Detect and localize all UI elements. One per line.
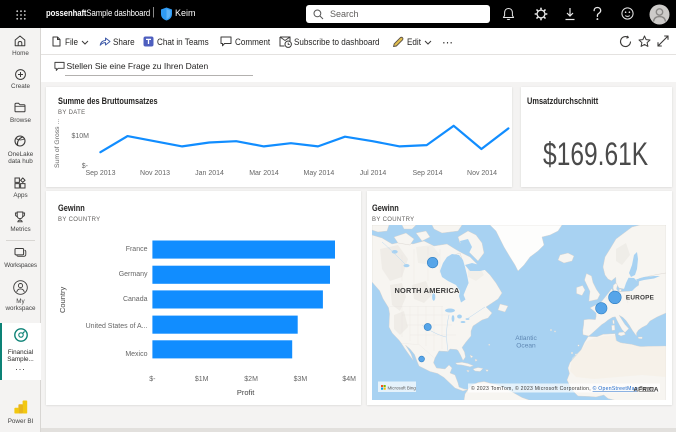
svg-text:EUROPE: EUROPE <box>626 294 654 301</box>
svg-text:© 2023 TomTom, © 2023 Microsof: © 2023 TomTom, © 2023 Microsoft Corporat… <box>471 385 655 392</box>
svg-text:Microsoft Bing: Microsoft Bing <box>387 385 416 390</box>
svg-text:Atlantic: Atlantic <box>515 335 537 342</box>
svg-text:AFRICA: AFRICA <box>633 386 658 393</box>
svg-text:NORTH AMERICA: NORTH AMERICA <box>394 285 459 294</box>
svg-text:Ocean: Ocean <box>516 342 536 349</box>
